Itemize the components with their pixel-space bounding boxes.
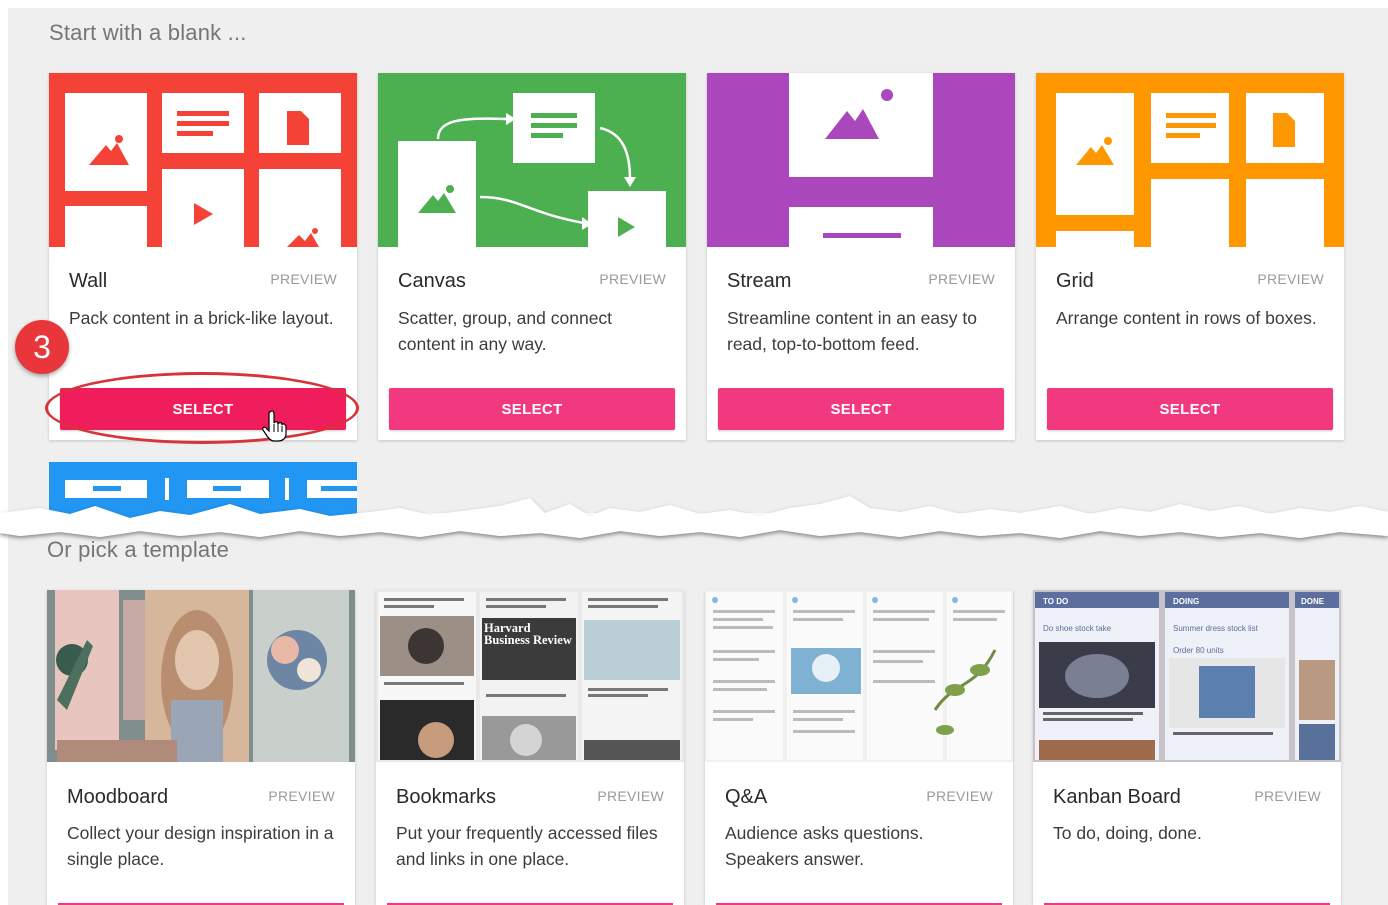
- kanban-card[interactable]: TO DO DOING DONE Do shoe stock take Summ…: [1033, 590, 1341, 905]
- card-title: Canvas: [398, 270, 466, 292]
- preview-link[interactable]: PREVIEW: [928, 271, 995, 287]
- qa-thumbnail: [705, 590, 1013, 762]
- card-description: Arrange content in rows of boxes.: [1056, 308, 1317, 328]
- qa-card[interactable]: Q&A PREVIEW Audience asks questions. Spe…: [705, 590, 1013, 905]
- preview-link[interactable]: PREVIEW: [1257, 271, 1324, 287]
- card-description: To do, doing, done.: [1053, 823, 1202, 843]
- kanban-item: Order 80 units: [1173, 646, 1224, 655]
- kanban-item: Summer dress stock list: [1173, 624, 1258, 633]
- template-section-heading: Or pick a template: [47, 537, 230, 562]
- preview-link[interactable]: PREVIEW: [599, 271, 666, 287]
- kanban-col-done: DONE: [1301, 597, 1325, 606]
- canvas-layout-icon: [378, 73, 686, 247]
- blank-section-heading: Start with a blank ...: [49, 20, 247, 45]
- grid-select-button[interactable]: SELECT: [1047, 388, 1333, 430]
- card-description: Scatter, group, and connect content in a…: [398, 308, 613, 354]
- preview-link[interactable]: PREVIEW: [926, 788, 993, 804]
- card-title: Bookmarks: [396, 786, 497, 808]
- highlight-ellipse: [45, 372, 359, 444]
- hbr-thumbnail-text: Harvard Business Review: [484, 621, 572, 647]
- preview-link[interactable]: PREVIEW: [270, 271, 337, 287]
- moodboard-card[interactable]: Moodboard PREVIEW Collect your design in…: [47, 590, 355, 905]
- kanban-col-doing: DOING: [1173, 597, 1200, 606]
- card-description: Collect your design inspiration in a sin…: [67, 823, 334, 869]
- grid-layout-icon: [1036, 73, 1344, 247]
- card-description: Audience asks questions. Speakers answer…: [725, 823, 924, 869]
- stream-layout-icon: [707, 73, 1015, 247]
- preview-link[interactable]: PREVIEW: [268, 788, 335, 804]
- preview-link[interactable]: PREVIEW: [1254, 788, 1321, 804]
- card-description: Streamline content in an easy to read, t…: [727, 308, 978, 354]
- moodboard-thumbnail: [47, 590, 355, 762]
- card-description: Put your frequently accessed files and l…: [396, 823, 658, 869]
- card-title: Kanban Board: [1053, 786, 1181, 808]
- card-title: Grid: [1056, 270, 1094, 292]
- bookmarks-thumbnail: Harvard Business Review: [376, 590, 684, 762]
- canvas-card: Canvas PREVIEW Scatter, group, and conne…: [378, 73, 686, 440]
- grid-card: Grid PREVIEW Arrange content in rows of …: [1036, 73, 1344, 440]
- card-title: Wall: [69, 270, 108, 292]
- card-title: Q&A: [725, 786, 768, 808]
- card-title: Moodboard: [67, 786, 169, 808]
- hand-cursor-icon: [262, 410, 287, 442]
- stream-select-button[interactable]: SELECT: [718, 388, 1004, 430]
- kanban-item: Do shoe stock take: [1043, 624, 1112, 633]
- canvas-select-button[interactable]: SELECT: [389, 388, 675, 430]
- step-number-badge: 3: [15, 320, 69, 374]
- kanban-col-todo: TO DO: [1043, 597, 1069, 606]
- preview-link[interactable]: PREVIEW: [597, 788, 664, 804]
- stream-card: Stream PREVIEW Streamline content in an …: [707, 73, 1015, 440]
- kanban-thumbnail: TO DO DOING DONE Do shoe stock take Summ…: [1033, 590, 1341, 762]
- card-title: Stream: [727, 270, 792, 292]
- bookmarks-card[interactable]: Harvard Business Review Bookmarks PREVIE…: [376, 590, 684, 905]
- wall-layout-icon: [49, 73, 357, 247]
- card-description: Pack content in a brick-like layout.: [69, 308, 334, 328]
